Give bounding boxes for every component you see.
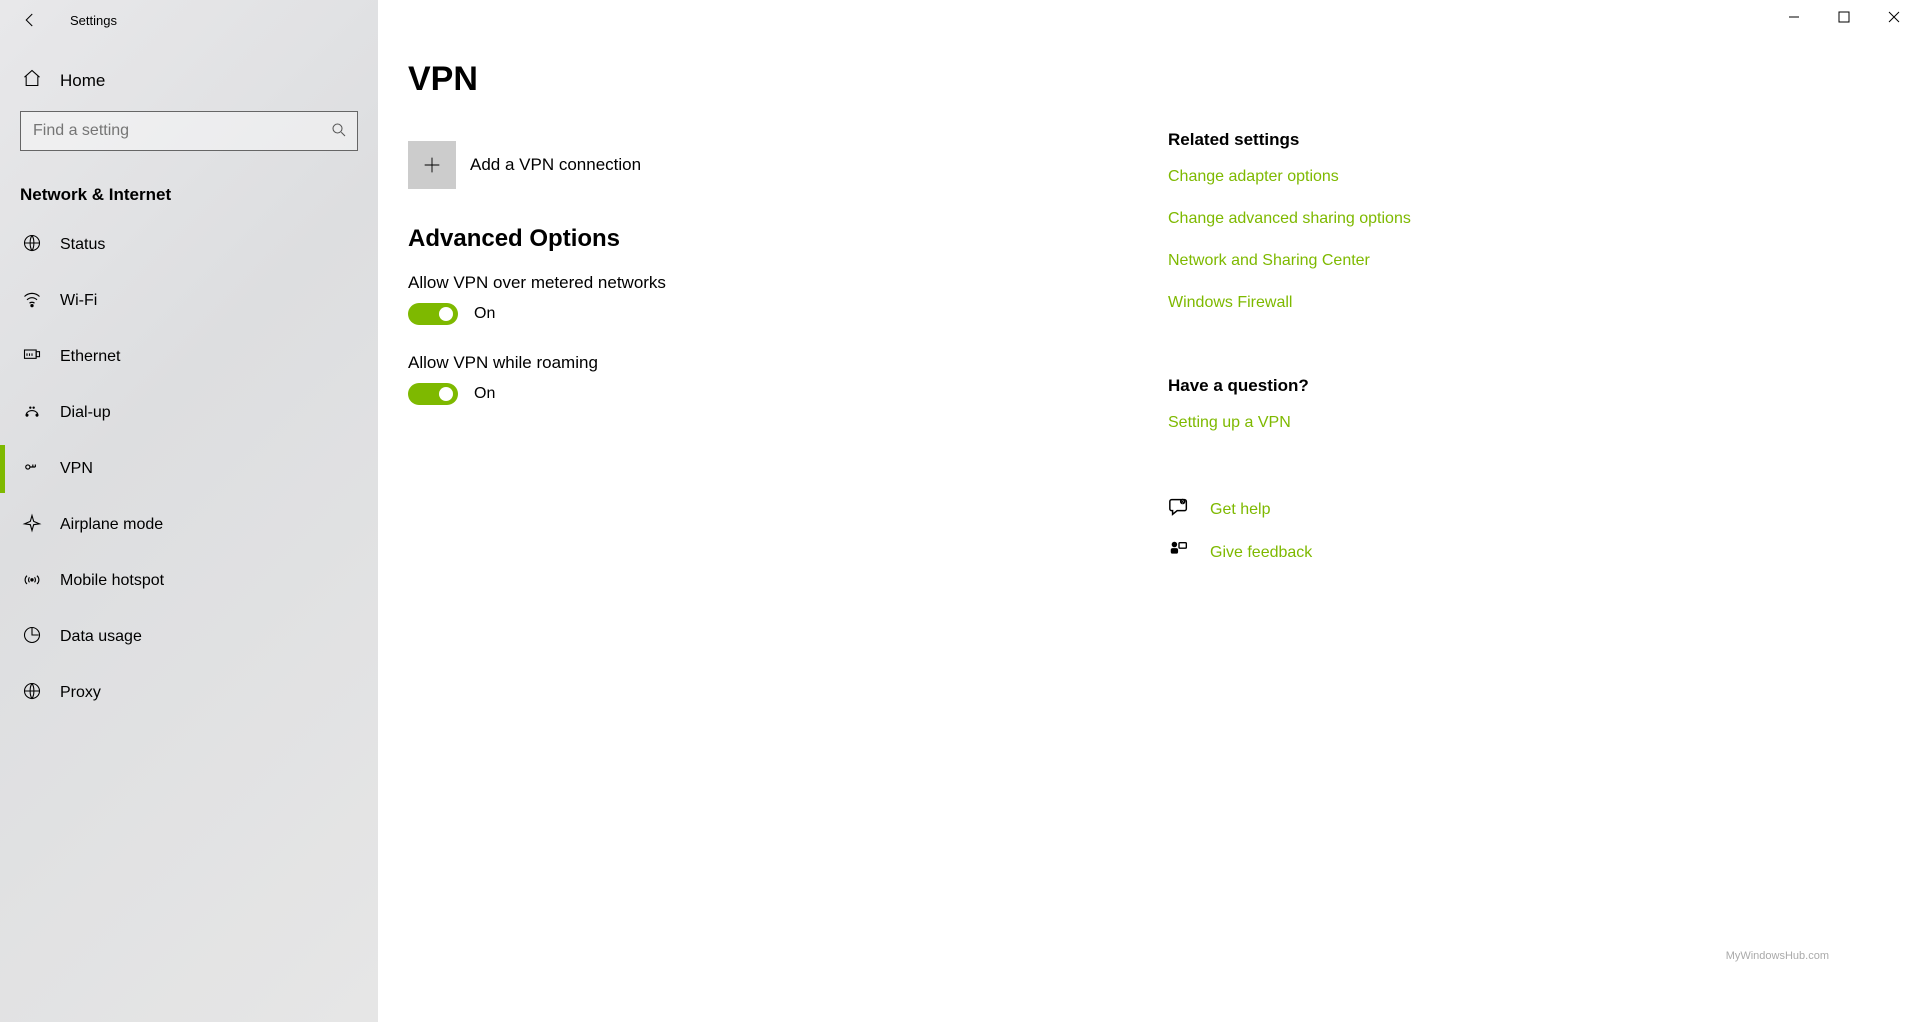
home-label: Home [60, 71, 105, 91]
feedback-icon [1168, 539, 1190, 566]
get-help-link: Get help [1210, 501, 1270, 519]
ethernet-icon [22, 345, 42, 370]
options-list: Allow VPN over metered networks On Allow V… [408, 273, 1168, 405]
sidebar-item-wi-fi[interactable]: Wi-Fi [0, 273, 378, 329]
sidebar-item-proxy[interactable]: Proxy [0, 665, 378, 721]
dialup-icon [22, 401, 42, 426]
sidebar-item-label: Proxy [60, 684, 101, 702]
sidebar-item-mobile-hotspot[interactable]: Mobile hotspot [0, 553, 378, 609]
sidebar-item-label: Mobile hotspot [60, 572, 164, 590]
titlebar: Settings [0, 0, 378, 40]
sidebar-item-vpn[interactable]: VPN [0, 441, 378, 497]
vpn-icon [22, 457, 42, 482]
sidebar: Settings Home Network & Internet Status W… [0, 0, 378, 1022]
sidebar-item-airplane-mode[interactable]: Airplane mode [0, 497, 378, 553]
sidebar-category: Network & Internet [0, 151, 378, 217]
globe-icon [22, 233, 42, 258]
give-feedback-row[interactable]: Give feedback [1168, 539, 1488, 566]
option-label: Allow VPN over metered networks [408, 273, 1168, 293]
sidebar-item-status[interactable]: Status [0, 217, 378, 273]
sidebar-item-label: Status [60, 236, 105, 254]
nav-list: Status Wi-Fi Ethernet Dial-up VPN Airplane mo… [0, 217, 378, 721]
related-link[interactable]: Network and Sharing Center [1168, 252, 1488, 270]
window-controls [1769, 0, 1919, 34]
usage-icon [22, 625, 42, 650]
airplane-icon [22, 513, 42, 538]
page-title: VPN [408, 60, 1168, 99]
search-icon[interactable] [330, 121, 348, 144]
add-vpn-label: Add a VPN connection [470, 155, 641, 175]
give-feedback-link: Give feedback [1210, 544, 1312, 562]
toggle-state: On [474, 305, 495, 323]
sidebar-item-label: VPN [60, 460, 93, 478]
right-panel: Related settings Change adapter options C… [1168, 60, 1488, 1022]
home-nav[interactable]: Home [0, 40, 378, 111]
toggle-switch[interactable] [408, 383, 458, 405]
option-label: Allow VPN while roaming [408, 353, 1168, 373]
sidebar-item-data-usage[interactable]: Data usage [0, 609, 378, 665]
wifi-icon [22, 289, 42, 314]
toggle-switch[interactable] [408, 303, 458, 325]
proxy-icon [22, 681, 42, 706]
chat-help-icon: ? [1168, 496, 1190, 523]
related-link[interactable]: Change adapter options [1168, 168, 1488, 186]
sidebar-item-dial-up[interactable]: Dial-up [0, 385, 378, 441]
related-link[interactable]: Windows Firewall [1168, 294, 1488, 312]
sidebar-item-label: Wi-Fi [60, 292, 97, 310]
sidebar-item-ethernet[interactable]: Ethernet [0, 329, 378, 385]
plus-icon [408, 141, 456, 189]
advanced-heading: Advanced Options [408, 225, 1168, 253]
get-help-row[interactable]: ? Get help [1168, 496, 1488, 523]
minimize-button[interactable] [1769, 0, 1819, 34]
add-vpn-button[interactable]: Add a VPN connection [408, 141, 1168, 189]
app-title: Settings [70, 13, 117, 28]
maximize-button[interactable] [1819, 0, 1869, 34]
back-icon[interactable] [20, 10, 40, 30]
related-link[interactable]: Change advanced sharing options [1168, 210, 1488, 228]
sidebar-item-label: Ethernet [60, 348, 120, 366]
sidebar-item-label: Dial-up [60, 404, 111, 422]
question-link[interactable]: Setting up a VPN [1168, 414, 1488, 432]
content: VPN Add a VPN connection Advanced Option… [408, 60, 1168, 1022]
hotspot-icon [22, 569, 42, 594]
sidebar-item-label: Data usage [60, 628, 142, 646]
related-heading: Related settings [1168, 130, 1488, 150]
search-input[interactable] [20, 111, 358, 151]
main: VPN Add a VPN connection Advanced Option… [378, 0, 1919, 1022]
sidebar-item-label: Airplane mode [60, 516, 163, 534]
search-wrap [0, 111, 378, 151]
close-button[interactable] [1869, 0, 1919, 34]
question-heading: Have a question? [1168, 376, 1488, 396]
home-icon [22, 68, 42, 93]
toggle-state: On [474, 385, 495, 403]
